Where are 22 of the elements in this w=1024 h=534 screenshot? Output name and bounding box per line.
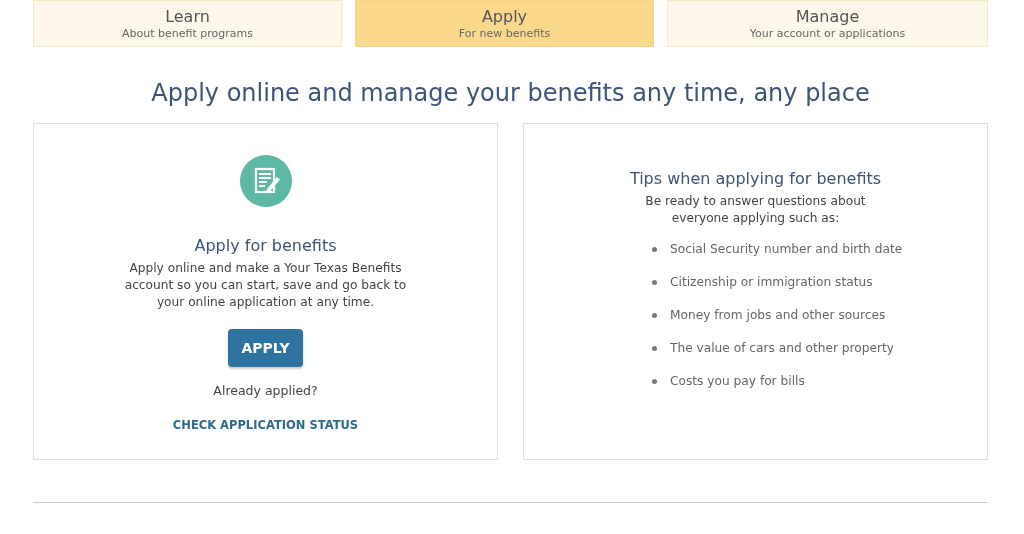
tip-item: Citizenship or immigration status xyxy=(670,274,873,291)
bullet-icon xyxy=(652,346,657,351)
bullet-icon xyxy=(652,280,657,285)
nav-tab[interactable]: Manage Your account or applications xyxy=(667,0,988,47)
card-description: Apply online and make a Your Texas Benefits account so you can start, save and go back to your online application at any time. xyxy=(123,260,408,311)
status-link[interactable]: CHECK APPLICATION STATUS xyxy=(172,418,359,432)
card-title: Apply for benefits xyxy=(194,236,337,256)
bullet-icon xyxy=(652,313,657,318)
nav-tab[interactable]: Learn About benefit programs xyxy=(33,0,342,47)
bullet-icon xyxy=(652,247,657,252)
bullet-icon xyxy=(652,379,657,384)
card-title: Tips when applying for benefits xyxy=(629,169,882,189)
tip-item: The value of cars and other property xyxy=(670,340,895,357)
page-heading: Apply online and manage your benefits any time, any place xyxy=(150,78,871,108)
prompt-text: Already applied? xyxy=(213,383,318,398)
tip-item: Costs you pay for bills xyxy=(670,373,805,390)
tip-item: Money from jobs and other sources xyxy=(670,307,886,324)
card-description: Be ready to answer questions about everyone applying such as: xyxy=(644,193,867,227)
tip-item: Social Security number and birth date xyxy=(670,241,903,258)
document-pencil-icon xyxy=(239,155,292,207)
nav-tab[interactable]: Apply For new benefits xyxy=(355,0,654,47)
apply-button[interactable]: APPLY xyxy=(228,329,303,367)
